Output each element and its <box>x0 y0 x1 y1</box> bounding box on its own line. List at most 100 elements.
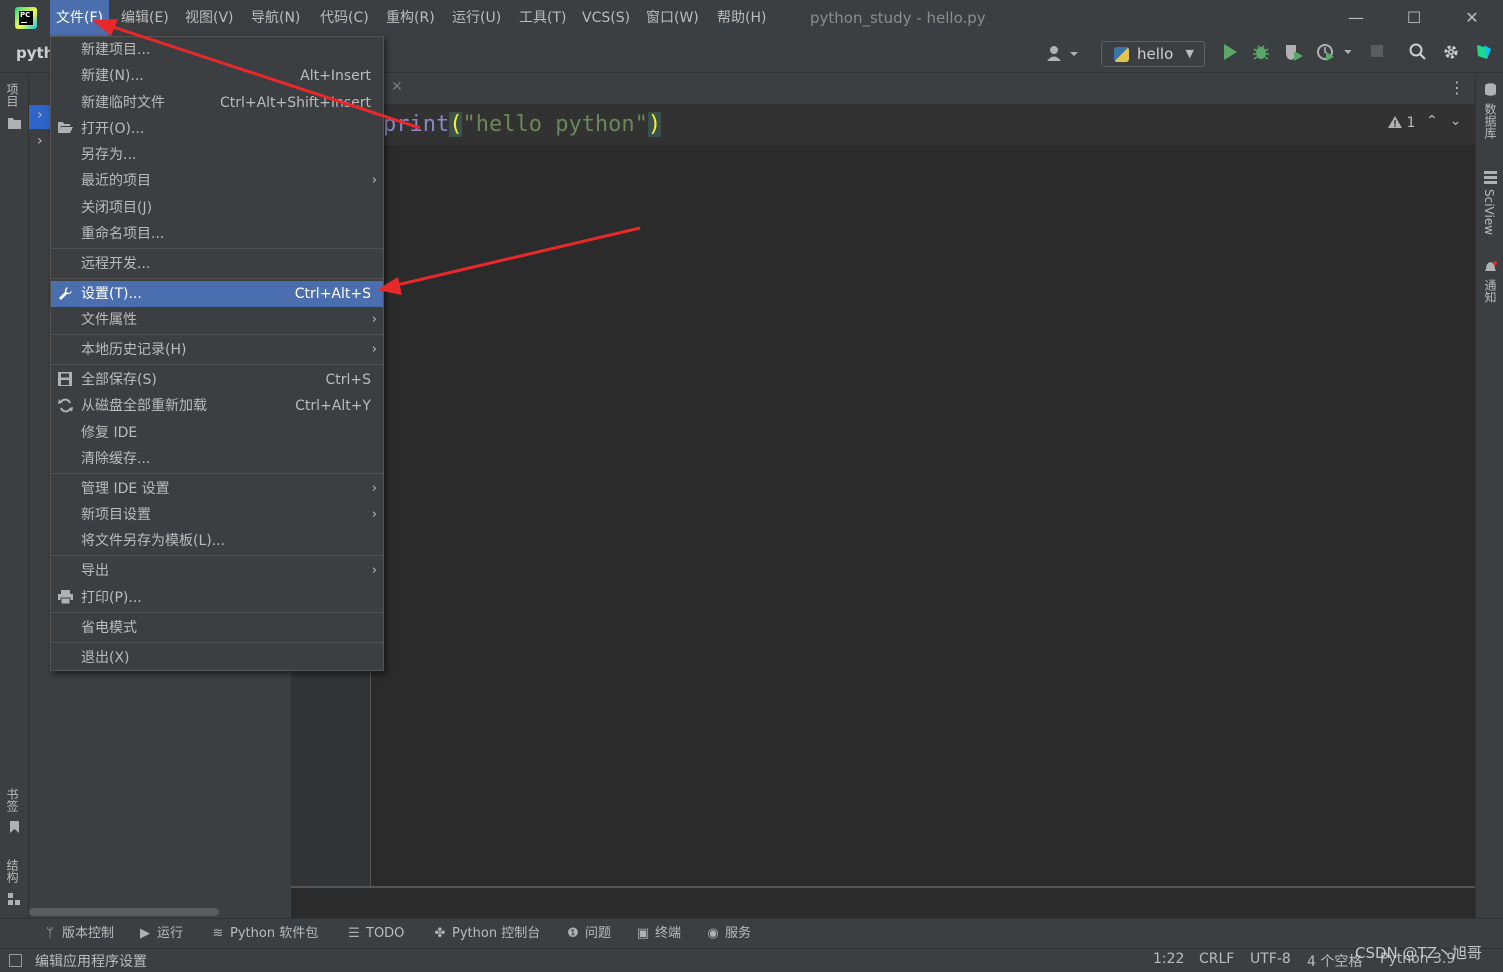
sciview-tool-tab[interactable]: SciView <box>1482 189 1496 235</box>
menu-item-label: 导出 <box>81 563 109 579</box>
minimize-button[interactable]: — <box>1327 0 1385 36</box>
print-icon <box>57 590 73 606</box>
run-icon[interactable] <box>1219 43 1241 65</box>
menu-item-new-project[interactable]: 新建项目... <box>51 37 383 63</box>
menu-navigate[interactable]: 导航(N) <box>245 0 306 36</box>
chevron-down-icon: ▼ <box>1185 47 1194 60</box>
services-icon: ◉ <box>707 926 719 941</box>
status-message: 编辑应用程序设置 <box>35 954 147 970</box>
menu-item-label: 全部保存(S) <box>81 372 157 388</box>
menu-item-local-history[interactable]: 本地历史记录(H) › <box>51 337 383 363</box>
menu-item-close-project[interactable]: 关闭项目(J) <box>51 195 383 221</box>
file-encoding[interactable]: UTF-8 <box>1250 951 1291 967</box>
save-icon <box>57 372 73 388</box>
menu-code[interactable]: 代码(C) <box>314 0 375 36</box>
tool-services[interactable]: ◉ 服务 <box>706 925 751 943</box>
menu-item-export[interactable]: 导出 › <box>51 558 383 584</box>
menu-item-save-all[interactable]: 全部保存(S) Ctrl+S <box>51 367 383 393</box>
chevron-right-icon[interactable]: › <box>37 133 43 149</box>
menu-item-save-as-template[interactable]: 将文件另存为模板(L)... <box>51 528 383 554</box>
code-string-literal: "hello python" <box>462 112 648 137</box>
menu-item-rename-project[interactable]: 重命名项目... <box>51 221 383 247</box>
inspection-widget[interactable]: 1 <box>1388 115 1415 131</box>
line-separator[interactable]: CRLF <box>1199 951 1234 967</box>
debug-icon[interactable] <box>1250 43 1272 65</box>
menu-item-remote-dev[interactable]: 远程开发... <box>51 251 383 277</box>
tool-windows-toggle-icon[interactable] <box>9 954 22 967</box>
submenu-chevron-icon: › <box>371 342 377 357</box>
menu-item-shortcut: Ctrl+Alt+Y <box>295 398 371 414</box>
settings-gear-icon[interactable] <box>1440 43 1462 65</box>
project-breadcrumb[interactable]: pyth <box>16 44 54 62</box>
tool-python-console[interactable]: ✤ Python 控制台 <box>433 925 541 943</box>
menu-help[interactable]: 帮助(H) <box>711 0 772 36</box>
chevron-up-icon[interactable]: ⌃ <box>1426 113 1450 129</box>
menu-item-label: 修复 IDE <box>81 425 138 441</box>
menu-item-label: 另存为... <box>81 147 137 163</box>
profile-icon[interactable] <box>1317 43 1352 65</box>
menu-item-power-save-mode[interactable]: 省电模式 <box>51 615 383 641</box>
menu-item-save-as[interactable]: 另存为... <box>51 142 383 168</box>
menu-run[interactable]: 运行(U) <box>446 0 507 36</box>
caret-position[interactable]: 1:22 <box>1153 951 1184 967</box>
menu-item-label: 新建临时文件 <box>81 95 165 111</box>
structure-icon <box>8 893 20 905</box>
menu-item-print[interactable]: 打印(P)... <box>51 585 383 611</box>
structure-tool-tab[interactable]: 结构 <box>4 859 21 883</box>
menu-item-new-project-settings[interactable]: 新项目设置 › <box>51 502 383 528</box>
menu-view[interactable]: 视图(V) <box>179 0 240 36</box>
menu-item-label: 管理 IDE 设置 <box>81 481 170 497</box>
tool-todo[interactable]: ☰ TODO <box>347 925 404 943</box>
menu-item-new[interactable]: 新建(N)... Alt+Insert <box>51 63 383 89</box>
problems-icon: ❶ <box>567 926 579 941</box>
menu-item-file-properties[interactable]: 文件属性 › <box>51 307 383 333</box>
bookmarks-tool-tab[interactable]: 书签 <box>4 788 21 812</box>
menu-item-label: 清除缓存... <box>81 451 151 467</box>
coverage-icon[interactable] <box>1283 43 1305 65</box>
menu-file[interactable]: 文件(F) <box>50 0 109 36</box>
notifications-tool-tab[interactable]: 通知 <box>1482 279 1499 303</box>
menu-item-open[interactable]: 打开(O)... <box>51 116 383 142</box>
project-panel-scrollbar[interactable] <box>29 908 219 916</box>
run-config-label: hello <box>1137 45 1174 63</box>
stop-icon[interactable] <box>1366 43 1388 65</box>
tool-run[interactable]: ▶ 运行 <box>138 925 183 943</box>
more-options-icon[interactable]: ⋮ <box>1449 78 1465 97</box>
project-tool-tab[interactable]: 项目 <box>4 83 21 107</box>
menu-item-new-scratch-file[interactable]: 新建临时文件 Ctrl+Alt+Shift+Insert <box>51 90 383 116</box>
maximize-button[interactable]: ☐ <box>1385 0 1443 36</box>
tool-label: Python 控制台 <box>452 926 541 941</box>
menu-item-exit[interactable]: 退出(X) <box>51 645 383 671</box>
menu-item-label: 最近的项目 <box>81 173 151 189</box>
code-editor[interactable]: print("hello python") <box>371 105 1475 886</box>
menu-item-reload-from-disk[interactable]: 从磁盘全部重新加载 Ctrl+Alt+Y <box>51 393 383 419</box>
menu-vcs[interactable]: VCS(S) <box>576 0 636 36</box>
code-function-name: print <box>383 112 450 137</box>
tool-problems[interactable]: ❶ 问题 <box>566 925 611 943</box>
search-icon[interactable] <box>1407 43 1429 65</box>
jetbrains-toolbox-icon[interactable] <box>1473 43 1495 65</box>
menu-item-label: 新建(N)... <box>81 68 144 84</box>
chevron-down-icon[interactable]: ⌄ <box>1450 113 1474 129</box>
tool-label: Python 软件包 <box>230 926 319 941</box>
tool-python-packages[interactable]: ≋ Python 软件包 <box>211 925 319 943</box>
menu-item-recent-projects[interactable]: 最近的项目 › <box>51 168 383 194</box>
menu-item-settings[interactable]: 设置(T)... Ctrl+Alt+S <box>51 281 383 307</box>
menu-window[interactable]: 窗口(W) <box>640 0 705 36</box>
chevron-right-icon[interactable]: › <box>37 107 43 123</box>
tool-vcs[interactable]: ᛘ 版本控制 <box>43 925 114 943</box>
tool-terminal[interactable]: ▣ 终端 <box>636 925 681 943</box>
database-tool-tab[interactable]: 数据库 <box>1482 103 1499 139</box>
user-icon[interactable] <box>1046 44 1082 64</box>
close-tab-icon[interactable]: ✕ <box>391 79 403 95</box>
menu-tools[interactable]: 工具(T) <box>513 0 572 36</box>
menu-edit[interactable]: 编辑(E) <box>115 0 175 36</box>
menu-item-manage-ide-settings[interactable]: 管理 IDE 设置 › <box>51 476 383 502</box>
menu-item-invalidate-caches[interactable]: 清除缓存... <box>51 446 383 472</box>
menu-refactor[interactable]: 重构(R) <box>380 0 441 36</box>
run-configuration-selector[interactable]: hello ▼ <box>1101 41 1205 67</box>
close-window-button[interactable]: ✕ <box>1443 0 1501 36</box>
inspection-navigation[interactable]: ⌃⌄ <box>1426 113 1473 129</box>
menu-item-repair-ide[interactable]: 修复 IDE <box>51 420 383 446</box>
menu-item-label: 远程开发... <box>81 256 151 272</box>
